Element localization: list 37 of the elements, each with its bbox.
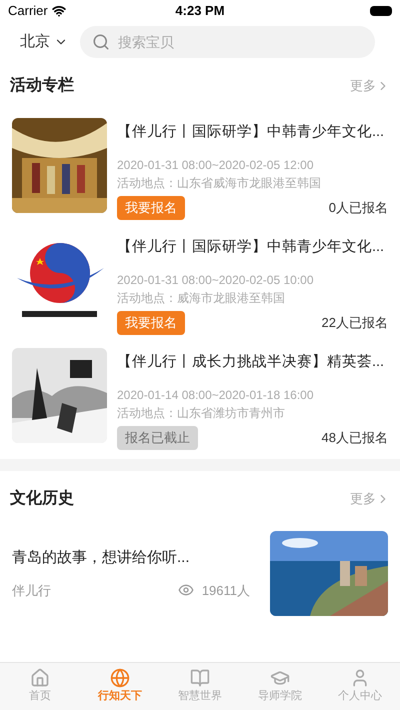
article-author: 伴儿行 — [12, 582, 51, 600]
globe-icon — [110, 668, 130, 688]
section-title: 文化历史 — [10, 488, 74, 509]
activity-title[interactable]: 【伴儿行丨国际研学】中韩青少年文化... — [117, 237, 388, 259]
book-icon — [190, 668, 210, 688]
city-selector[interactable]: 北京 — [20, 30, 68, 54]
activity-time: 2020-01-31 08:00~2020-02-05 12:00 — [117, 156, 314, 174]
more-link[interactable]: 更多 — [350, 489, 390, 509]
activity-location: 活动地点：山东省威海市龙眼港至韩国 — [117, 174, 322, 192]
home-icon — [30, 668, 50, 688]
activity-location: 活动地点：威海市龙眼港至韩国 — [117, 290, 286, 307]
article-title[interactable]: 青岛的故事，想讲给你听... — [12, 547, 250, 570]
activity-time: 2020-01-31 08:00~2020-02-05 10:00 — [117, 272, 314, 289]
signup-count: 48人已报名 — [322, 429, 388, 447]
signup-count: 0人已报名 — [328, 199, 388, 217]
section-title: 活动专栏 — [10, 75, 74, 96]
activity-title[interactable]: 【伴儿行丨国际研学】中韩青少年文化... — [117, 122, 388, 144]
view-count: 19611人 — [202, 582, 250, 600]
tab-bar-item[interactable]: 首页 — [0, 663, 80, 710]
more-link[interactable]: 更多 — [350, 76, 390, 96]
carrier-name: Carrier — [8, 2, 48, 20]
activity-time: 2020-01-14 08:00~2020-01-18 16:00 — [117, 386, 314, 404]
search-icon — [92, 33, 110, 51]
status-time: 4:23 PM — [174, 2, 226, 20]
views-icon — [178, 582, 194, 598]
tab-bar-item[interactable]: 行知天下 — [80, 663, 160, 710]
activity-location: 活动地点：山东省潍坊市青州市 — [117, 404, 286, 422]
battery-icon — [370, 6, 392, 16]
signup-button[interactable]: 我要报名 — [117, 196, 185, 220]
activity-title[interactable]: 【伴儿行丨成长力挑战半决赛】精英荟... — [117, 352, 388, 374]
tab-bar-item[interactable]: 个人中心 — [320, 663, 400, 710]
search-field[interactable]: 搜索宝贝 — [80, 26, 375, 58]
signup-button[interactable]: 我要报名 — [117, 310, 185, 335]
signup-count: 22人已报名 — [322, 314, 388, 332]
tab-bar-item[interactable]: 智慧世界 — [160, 663, 240, 710]
tab-bar-item[interactable]: 导师学院 — [240, 663, 320, 710]
wifi-icon — [52, 4, 66, 18]
